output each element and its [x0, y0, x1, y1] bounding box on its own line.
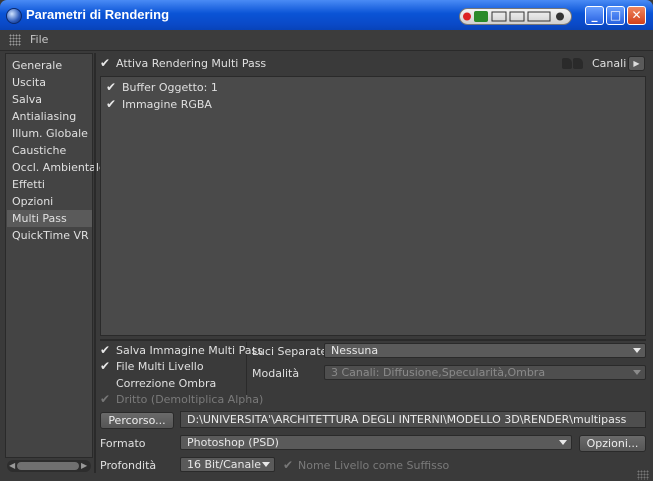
depth-label: Profondità [100, 459, 157, 472]
save-image-checkbox[interactable]: ✔ [100, 344, 112, 356]
channels-list[interactable]: ✔ Buffer Oggetto: 1 ✔ Immagine RGBA [100, 76, 646, 336]
sidebar-item-occl-ambientale[interactable]: Occl. Ambientale [7, 159, 106, 176]
scroll-right-icon[interactable]: ▶ [81, 460, 89, 472]
title-toolstrip[interactable] [459, 8, 572, 25]
shadow-correction-label: Correzione Ombra [116, 377, 217, 390]
sidebar-item-illum-globale[interactable]: Illum. Globale [7, 125, 92, 142]
sidebar-item-antialiasing[interactable]: Antialiasing [7, 108, 92, 125]
sidebar-item-salva[interactable]: Salva [7, 91, 92, 108]
path-button[interactable]: Percorso... [100, 412, 174, 429]
enable-multipass-label: Attiva Rendering Multi Pass [116, 57, 267, 70]
sidebar-item-opzioni[interactable]: Opzioni [7, 193, 92, 210]
panel-divider[interactable] [94, 53, 96, 473]
chevron-down-icon [559, 440, 567, 445]
layer-suffix-label: Nome Livello come Suffisso [298, 459, 450, 472]
menu-bar [0, 30, 653, 51]
format-label: Formato [100, 437, 146, 450]
sidebar-item-generale[interactable]: Generale [7, 57, 92, 74]
pin-icon [556, 12, 564, 21]
separate-lights-dropdown[interactable]: Nessuna [324, 343, 646, 358]
separate-lights-value: Nessuna [331, 344, 379, 357]
close-button[interactable]: ✕ [627, 6, 646, 25]
separate-lights-label: Luci Separate [252, 345, 328, 358]
toolstrip-icons [463, 11, 564, 22]
section-divider[interactable] [100, 339, 646, 341]
straight-alpha-label: Dritto (Demoltiplica Alpha) [116, 393, 264, 406]
depth-value: 16 Bit/Canale [187, 458, 262, 471]
sidebar-item-effetti[interactable]: Effetti [7, 176, 92, 193]
channel-buffer-label[interactable]: Buffer Oggetto: 1 [122, 81, 218, 94]
path-input[interactable]: D:\UNIVERSITA'\ARCHITETTURA DEGLI INTERN… [180, 411, 646, 428]
settings-sidebar: Generale Uscita Salva Antialiasing Illum… [5, 53, 106, 458]
multilayer-file-checkbox[interactable]: ✔ [100, 360, 112, 372]
channels-icon [562, 58, 584, 69]
mode-dropdown[interactable]: 3 Canali: Diffusione,Specularità,Ombra [324, 365, 646, 380]
maximize-button[interactable]: □ [606, 6, 625, 25]
sidebar-item-quicktime-vr[interactable]: QuickTime VR [7, 227, 92, 244]
wide-icon [527, 11, 551, 22]
chevron-down-icon [262, 462, 270, 467]
export-icon [509, 11, 525, 22]
format-dropdown[interactable]: Photoshop (PSD) [180, 435, 572, 450]
sidebar-item-caustiche[interactable]: Caustiche [7, 142, 92, 159]
grip-icon[interactable] [9, 34, 21, 46]
depth-dropdown[interactable]: 16 Bit/Canale [180, 457, 275, 472]
format-options-button[interactable]: Opzioni... [579, 435, 646, 452]
window-title: Parametri di Rendering [26, 7, 170, 22]
format-value: Photoshop (PSD) [187, 436, 279, 449]
sidebar-item-uscita[interactable]: Uscita [7, 74, 92, 91]
channels-menu-button[interactable]: ▶ [628, 56, 645, 71]
chevron-down-icon [633, 348, 641, 353]
sidebar-item-multi-pass[interactable]: Multi Pass [7, 210, 92, 227]
sidebar-scroll-thumb[interactable] [17, 462, 79, 470]
nvidia-icon [474, 11, 488, 22]
resize-grip-icon[interactable] [637, 470, 649, 480]
restore-icon [491, 11, 507, 22]
mode-value: 3 Canali: Diffusione,Specularità,Ombra [331, 366, 546, 379]
minimize-button[interactable]: _ [585, 6, 604, 25]
channel-buffer-checkbox[interactable]: ✔ [106, 81, 118, 93]
chevron-down-icon [633, 370, 641, 375]
channel-rgba-label[interactable]: Immagine RGBA [122, 98, 212, 111]
app-icon [6, 8, 22, 24]
straight-alpha-checkbox[interactable]: ✔ [100, 393, 112, 405]
enable-multipass-checkbox[interactable]: ✔ [100, 57, 112, 69]
menu-file[interactable]: File [30, 33, 48, 46]
shadow-correction-checkbox[interactable] [100, 377, 112, 389]
save-image-label: Salva Immagine Multi Pass [116, 344, 263, 357]
record-icon [463, 12, 471, 21]
multilayer-file-label: File Multi Livello [116, 360, 204, 373]
layer-suffix-checkbox[interactable]: ✔ [283, 459, 295, 471]
channel-rgba-checkbox[interactable]: ✔ [106, 98, 118, 110]
mode-label: Modalità [252, 367, 300, 380]
scroll-left-icon[interactable]: ◀ [9, 460, 17, 472]
channels-label: Canali [592, 57, 627, 70]
